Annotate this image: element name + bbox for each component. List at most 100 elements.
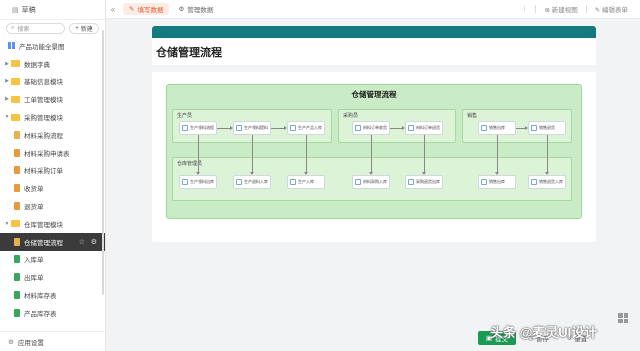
sidebar-item-label: 仓库管理模块 (24, 221, 63, 229)
node-label: 生产退料入库 (244, 179, 268, 184)
form-icon (531, 125, 537, 131)
search-input[interactable]: ⌕ 搜索 (6, 23, 65, 34)
folder-icon (11, 77, 20, 85)
sidebar-item[interactable]: ▶ 数据字典 (0, 55, 105, 73)
flow-arrow (422, 135, 426, 175)
sidebar-item-active[interactable]: 仓储管理流程 ☆ ⚙ (0, 232, 105, 251)
folder-icon (11, 60, 20, 68)
sidebar-item[interactable]: 产品库存表 (0, 304, 105, 322)
tab-label: 管理数据 (187, 7, 214, 14)
folder-icon (11, 220, 20, 228)
caret-down-icon[interactable]: ▼ (3, 114, 11, 120)
form-icon (355, 179, 361, 185)
node-label: 生产领料流程 (190, 125, 214, 130)
sidebar-item-label: 基础信息模块 (24, 79, 63, 87)
flow-node[interactable]: 生产领料提料 (233, 121, 271, 135)
flow-node[interactable]: 材料采购入库 (352, 175, 390, 189)
divider (585, 5, 587, 13)
flow-node[interactable]: 采购退货出库 (405, 175, 443, 189)
flow-node[interactable]: 销售出库 (478, 175, 516, 189)
form-icon (182, 179, 188, 185)
sidebar-nav: 产品功能全景图 ▶ 数据字典 ▶ 基础信息模块 ▶ 工单管理模块 ▼ 采购管理模块 材料… (0, 37, 105, 322)
sidebar-search-row: ⌕ 搜索 + 新建 (0, 20, 105, 37)
sidebar-item[interactable]: ▼ 仓库管理模块 (0, 215, 105, 233)
flow-node[interactable]: 生产领料流程 (179, 121, 217, 135)
tab-label: 填写数据 (137, 7, 164, 14)
sidebar-item[interactable]: 材料采购订单 (0, 162, 105, 180)
new-view-button[interactable]: ⊕ 新建视图 (544, 4, 577, 14)
flow-arrow (304, 135, 308, 175)
gear-icon[interactable]: ⚙ (91, 238, 97, 246)
sidebar-item[interactable]: 入库单 (0, 251, 105, 269)
divider (535, 5, 537, 13)
sidebar-item-label: 数据字典 (24, 61, 50, 69)
doc-icon (14, 202, 20, 211)
apps-grid-icon[interactable] (618, 313, 628, 323)
app-settings-label: 应用设置 (17, 339, 44, 347)
sidebar-item[interactable]: 产品功能全景图 (0, 37, 105, 55)
flow-node[interactable]: 生产产品入库 (287, 121, 325, 135)
sidebar-item-label: 退货单 (24, 204, 44, 212)
gear-icon: ⚙ (178, 6, 185, 13)
flow-node[interactable]: 材料订单退货 (405, 121, 443, 135)
new-button[interactable]: + 新建 (69, 23, 99, 34)
form-icon (236, 125, 242, 131)
form-icon (290, 179, 296, 185)
sidebar-item[interactable]: ▼ 采购管理模块 (0, 108, 105, 126)
sidebar-item-label: 产品功能全景图 (19, 43, 65, 51)
sidebar-item-label: 材料库存表 (24, 293, 57, 301)
star-icon[interactable]: ☆ (79, 238, 85, 246)
flow-diagram[interactable]: 仓储管理流程 生产员 采购员 销售 仓库管理员 生产领料流程 生产领料提料 生产… (166, 84, 582, 219)
edit-form-button[interactable]: ✎ 编辑表单 (595, 4, 628, 14)
flow-arrow (217, 126, 233, 130)
doc-icon (14, 291, 20, 300)
tab-manage-data[interactable]: ⚙ 管理数据 (172, 3, 219, 15)
node-label: 材料订单收货 (363, 125, 387, 130)
sidebar-item-label: 采购管理模块 (24, 115, 63, 123)
sidebar-item[interactable]: ▶ 工单管理模块 (0, 90, 105, 108)
flow-icon (14, 130, 20, 139)
new-view-label: 新建视图 (551, 7, 578, 14)
sidebar-scrollbar[interactable] (102, 30, 104, 295)
flow-node[interactable]: 销售出库 (478, 121, 516, 135)
sidebar-item[interactable]: ▶ 基础信息模块 (0, 73, 105, 91)
form-icon (408, 179, 414, 185)
main-content: 仓储管理流程 仓储管理流程 生产员 采购员 销售 仓库管理员 生产领料流程 生产… (152, 26, 596, 242)
sidebar-item[interactable]: 退货单 (0, 197, 105, 215)
caret-right-icon[interactable]: ▶ (3, 61, 11, 67)
caret-down-icon[interactable]: ▼ (3, 221, 11, 227)
caret-right-icon[interactable]: ▶ (3, 78, 11, 84)
flow-node[interactable]: 销售退货 (528, 121, 566, 135)
sidebar-item[interactable]: 收货单 (0, 179, 105, 197)
collapse-sidebar-icon[interactable]: « (106, 5, 120, 14)
sidebar-title: 草稿 (21, 6, 36, 14)
flow-node[interactable]: 生产领料出库 (179, 175, 217, 189)
sidebar-item[interactable]: 材料采购申请表 (0, 144, 105, 162)
flow-arrow (545, 135, 549, 175)
sidebar-item[interactable]: 材料采购流程 (0, 126, 105, 144)
sidebar: ▤ 草稿 ⌕ 搜索 + 新建 产品功能全景图 ▶ 数据字典 ▶ 基础信息模块 ▶ 工单… (0, 0, 106, 351)
flow-node[interactable]: 生产入库 (287, 175, 325, 189)
tab-fill-data[interactable]: ✎ 填写数据 (123, 3, 170, 15)
flow-arrow (250, 135, 254, 175)
flow-node[interactable]: 生产退料入库 (233, 175, 271, 189)
doc-icon (14, 166, 20, 175)
flow-arrow (369, 135, 373, 175)
flow-card: 仓储管理流程 生产员 采购员 销售 仓库管理员 生产领料流程 生产领料提料 生产… (152, 72, 596, 242)
flow-node[interactable]: 材料订单收货 (352, 121, 390, 135)
node-label: 材料订单退货 (416, 125, 440, 130)
folder-icon (11, 95, 20, 103)
app-settings[interactable]: ⚙ 应用设置 (0, 331, 105, 351)
sidebar-item-label: 收货单 (24, 186, 44, 194)
sidebar-item[interactable]: 材料库存表 (0, 286, 105, 304)
node-label: 生产领料出库 (190, 179, 214, 184)
caret-right-icon[interactable]: ▶ (3, 96, 11, 102)
flow-node[interactable]: 销售退货入库 (528, 175, 566, 189)
edit-form-label: 编辑表单 (602, 7, 628, 14)
settings-icon: ⚙ (8, 338, 14, 346)
sidebar-item-label: 工单管理模块 (24, 97, 63, 105)
flow-arrow (196, 135, 200, 175)
sidebar-item-label: 材料采购订单 (24, 168, 63, 176)
more-icon[interactable]: ⋮ (521, 5, 528, 13)
sidebar-item[interactable]: 出库单 (0, 268, 105, 286)
